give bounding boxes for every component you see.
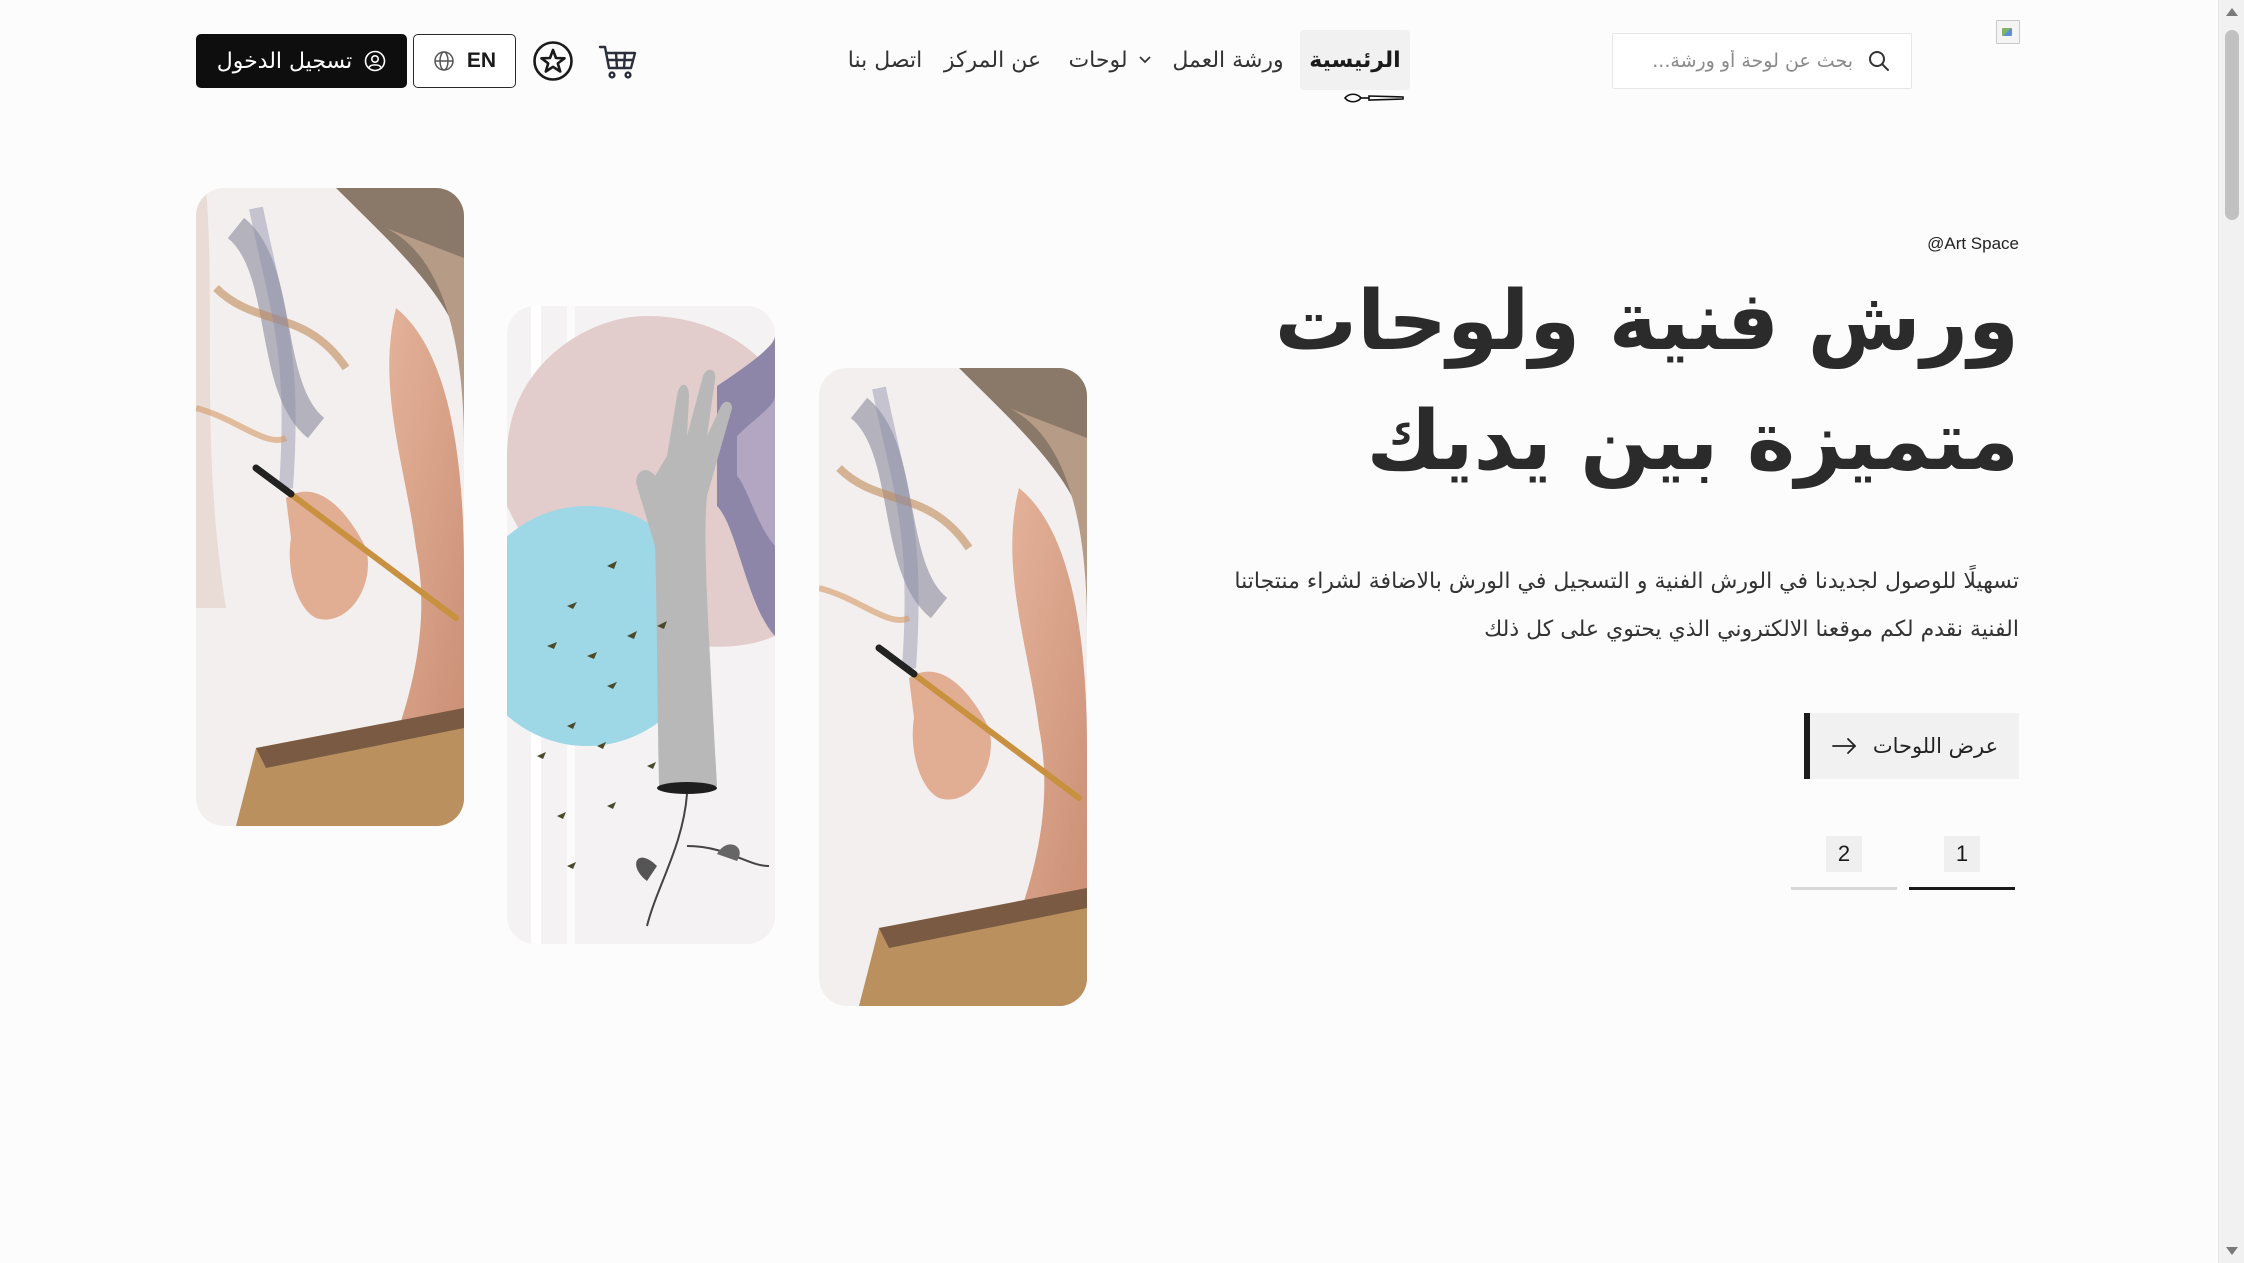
nav-item-paintings[interactable]: لوحات <box>1055 30 1165 90</box>
nav-item-label: عن المركز <box>943 47 1042 73</box>
logo-image[interactable] <box>1996 20 2020 44</box>
view-paintings-button[interactable]: عرض اللوحات <box>1804 713 2019 779</box>
nav-item-about[interactable]: عن المركز <box>940 30 1045 90</box>
hero-title-line: متميزة بين يديك <box>1366 394 2019 489</box>
scroll-thumb[interactable] <box>2225 30 2239 220</box>
scroll-down-arrow[interactable] <box>2226 1247 2238 1255</box>
search-input[interactable] <box>1633 50 1853 72</box>
hero-description-line: تسهيلًا للوصول لجديدنا في الورش الفنية و… <box>1234 569 2019 594</box>
nav-item-label: لوحات <box>1068 47 1128 73</box>
nav-item-contact[interactable]: اتصل بنا <box>845 30 925 90</box>
hero-description-line: الفنية نقدم لكم موقعنا الالكتروني الذي ي… <box>1484 617 2019 642</box>
paintbrush-icon <box>1343 93 1404 103</box>
chevron-down-icon <box>1138 56 1151 64</box>
hero-image-painter <box>819 368 1087 1006</box>
nav-item-label: اتصل بنا <box>847 47 923 73</box>
brand-tag: @Art Space <box>1927 234 2019 253</box>
page-scrollbar[interactable] <box>2218 0 2244 1263</box>
nav-item-workshop[interactable]: ورشة العمل <box>1172 30 1284 90</box>
language-label: EN <box>466 49 497 72</box>
cta-label: عرض اللوحات <box>1872 734 1999 758</box>
search-box[interactable] <box>1612 33 1912 89</box>
cart-icon[interactable] <box>598 44 638 80</box>
login-button[interactable]: تسجيل الدخول <box>196 34 407 88</box>
nav-item-label: ورشة العمل <box>1172 47 1284 73</box>
globe-icon <box>434 51 454 71</box>
hero-image-collage <box>507 306 775 944</box>
pagination-label: 2 <box>1826 836 1862 872</box>
nav-item-label: الرئيسية <box>1309 47 1401 73</box>
pagination-label: 1 <box>1944 836 1980 872</box>
language-button[interactable]: EN <box>413 34 516 88</box>
hero-image-painter <box>196 188 464 826</box>
nav-item-home[interactable]: الرئيسية <box>1300 30 1410 90</box>
user-icon <box>364 50 386 72</box>
search-icon <box>1869 51 1889 71</box>
hero-title: ورش فنية ولوحات متميزة بين يديك <box>1119 262 2019 502</box>
scroll-up-arrow[interactable] <box>2226 8 2238 16</box>
pagination-tab-2[interactable]: 2 <box>1791 836 1897 890</box>
arrow-right-icon <box>1831 738 1856 754</box>
star-icon[interactable] <box>532 40 574 82</box>
hero-description: تسهيلًا للوصول لجديدنا في الورش الفنية و… <box>1199 558 2019 654</box>
login-label: تسجيل الدخول <box>216 48 353 74</box>
page: الرئيسية ورشة العمل لوحات عن المركز اتصل… <box>0 0 2244 1263</box>
hero-title-line: ورش فنية ولوحات <box>1274 274 2019 369</box>
pagination-tab-1[interactable]: 1 <box>1909 836 2015 890</box>
